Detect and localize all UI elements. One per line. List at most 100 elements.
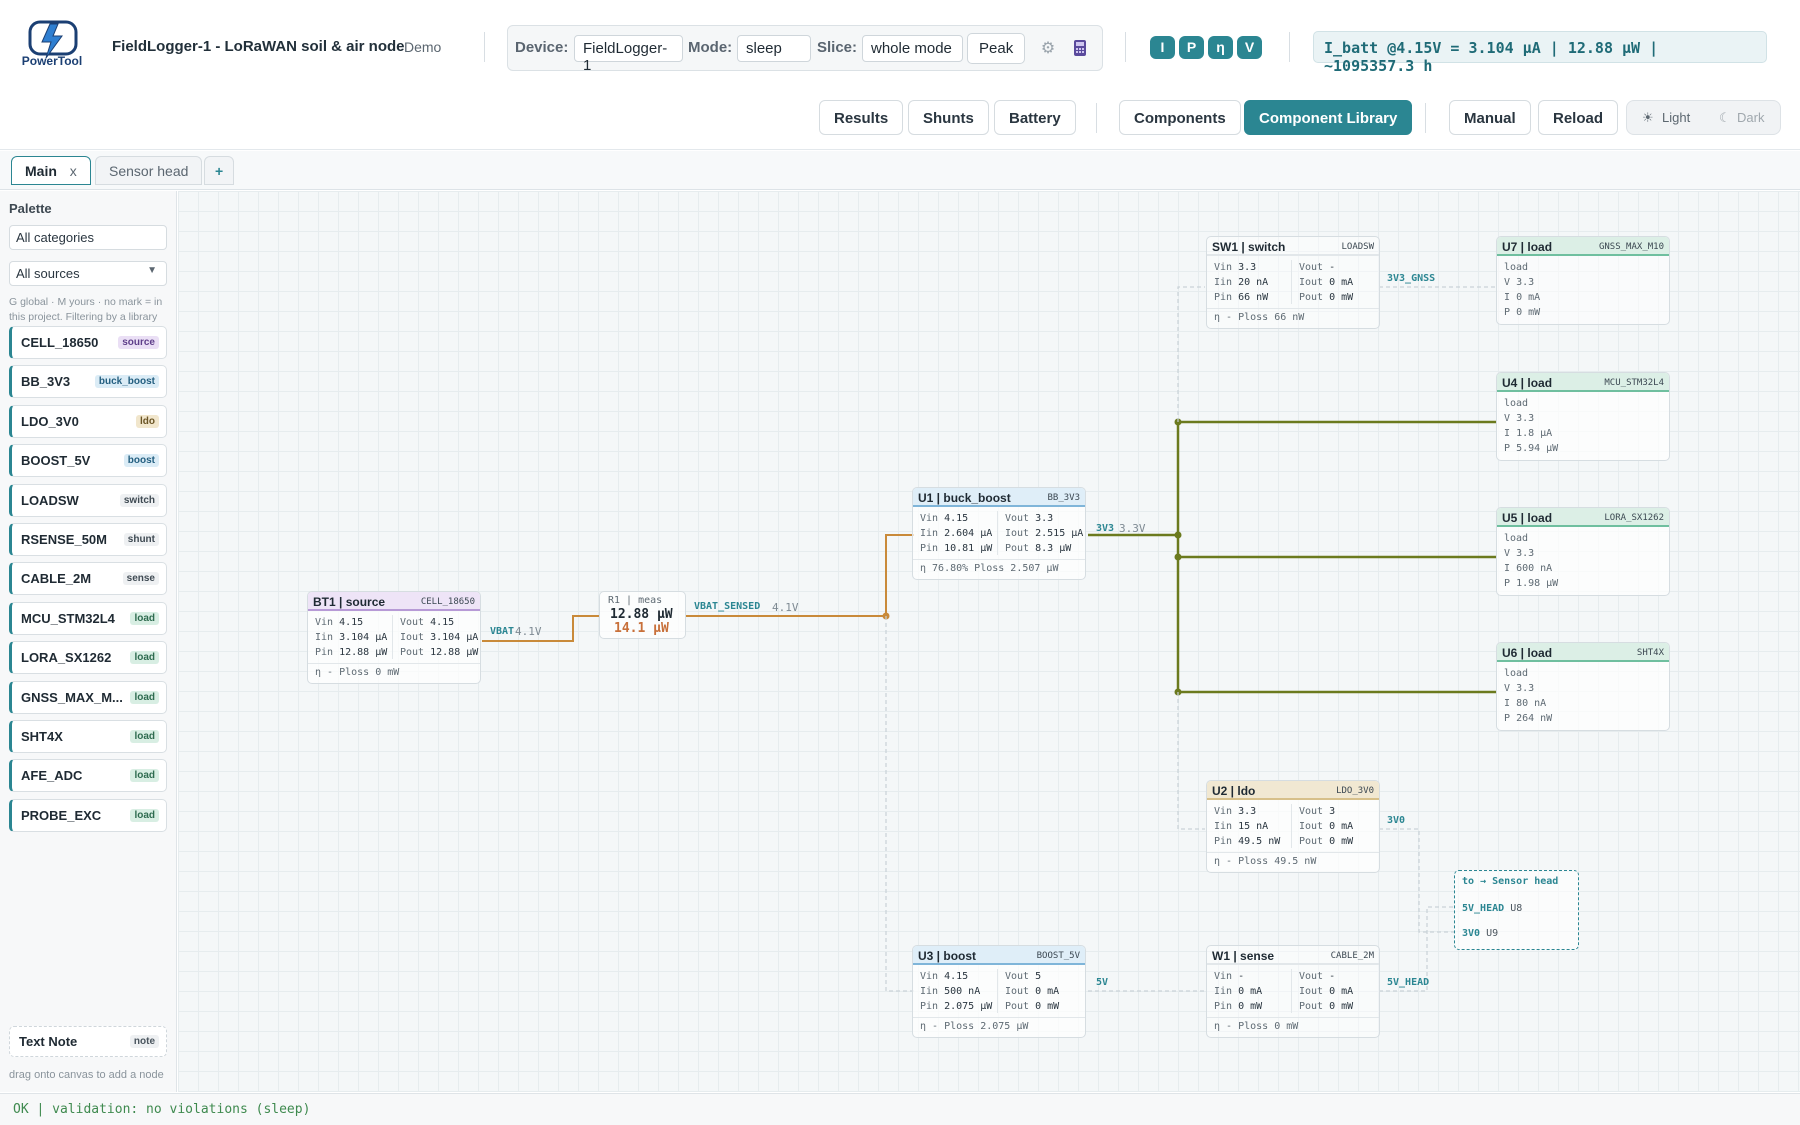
light-option[interactable]: Light: [1662, 110, 1690, 125]
iin-value: 15 nA: [1238, 821, 1269, 832]
palette-item-tag: note: [129, 1035, 159, 1048]
pout-value: 0 mW: [1329, 1001, 1354, 1012]
palette-item-name: BOOST_5V: [21, 453, 91, 469]
calculator-icon[interactable]: [1070, 39, 1090, 59]
field-label: Vout: [1299, 971, 1324, 982]
node-library: LOADSW: [1341, 242, 1374, 252]
palette-item[interactable]: SHT4X load: [9, 720, 167, 753]
tab-main[interactable]: Main x: [11, 156, 91, 185]
node-bt1[interactable]: BT1 | source CELL_18650 Vin 4.15 Iin 3.104…: [307, 591, 481, 684]
field-label: P: [1504, 307, 1511, 318]
iout-value: 0 mA: [1329, 986, 1354, 997]
palette-item[interactable]: MCU_STM32L4 load: [9, 601, 167, 635]
component-library-button[interactable]: Component Library: [1244, 100, 1413, 135]
sun-icon[interactable]: ☀: [1642, 110, 1654, 126]
node-title: U5 | load: [1502, 511, 1553, 525]
iout-value: 0 mA: [1329, 821, 1354, 832]
palette-item[interactable]: CABLE_2M sense: [9, 562, 167, 596]
field-label: Vin: [1214, 971, 1233, 982]
node-w1[interactable]: W1 | sense CABLE_2M Vin - Iin 0 mA Pin 0 mW…: [1206, 945, 1380, 1038]
node-u1[interactable]: U1 | buck_boost BB_3V3 Vin 4.15 Iin 2.604 …: [912, 487, 1086, 580]
moon-icon[interactable]: ☾: [1719, 110, 1731, 126]
shunts-button[interactable]: Shunts: [908, 100, 989, 135]
palette-item-name: AFE_ADC: [21, 768, 83, 784]
net-label-vbat: VBAT: [490, 626, 515, 637]
palette-item-tag: shunt: [123, 533, 159, 546]
close-icon[interactable]: x: [70, 163, 77, 179]
palette-item-name: CELL_18650: [21, 335, 99, 350]
efficiency-pill[interactable]: η: [1208, 36, 1233, 59]
palette-item-tag: ldo: [136, 414, 159, 428]
divider: [1425, 103, 1426, 133]
p-value: 1.98 μW: [1516, 578, 1559, 589]
node-r1[interactable]: R1 | meas 12.88 μW 14.1 μW: [599, 591, 686, 639]
node-u3[interactable]: U3 | boost BOOST_5V Vin 4.15 Iin 500 nA Pin…: [912, 945, 1086, 1038]
results-button[interactable]: Results: [819, 100, 904, 135]
battery-button[interactable]: Battery: [994, 100, 1076, 135]
schematic-canvas[interactable]: VBAT 4.1V VBAT_SENSED 4.1V 3V3 3.3V 3V3_…: [178, 191, 1800, 1092]
manual-button[interactable]: Manual: [1449, 100, 1531, 135]
field-label: Iin: [920, 528, 939, 539]
device-select[interactable]: FieldLogger-1: [574, 35, 683, 74]
field-label: Vin: [920, 513, 939, 524]
iin-value: 500 nA: [944, 986, 981, 997]
palette-item[interactable]: LOADSW switch: [9, 483, 167, 517]
current-pill[interactable]: I: [1150, 36, 1175, 59]
field-label: Vout: [1299, 262, 1324, 273]
mode-select[interactable]: sleep: [737, 35, 811, 62]
power-pill[interactable]: P: [1179, 36, 1204, 59]
palette-item[interactable]: LDO_3V0 ldo: [9, 404, 167, 438]
node-footer: η - Ploss 0 mW: [1207, 1017, 1379, 1037]
node-u5[interactable]: U5 | load LORA_SX1262 load V 3.3 I 600 nA P …: [1496, 507, 1670, 596]
node-u4[interactable]: U4 | load MCU_STM32L4 load V 3.3 I 1.8 μA P …: [1496, 372, 1670, 461]
palette-item-tag: load: [130, 611, 159, 625]
v-value: 3.3: [1516, 413, 1535, 424]
components-button[interactable]: Components: [1119, 100, 1241, 135]
slice-label: Slice:: [817, 39, 858, 56]
palette-item[interactable]: BOOST_5V boost: [9, 444, 167, 478]
load-kind: load: [1504, 398, 1529, 409]
gear-icon[interactable]: ⚙: [1038, 39, 1058, 59]
palette-item[interactable]: PROBE_EXC load: [9, 798, 167, 832]
wire-u3-in: [885, 616, 914, 992]
vout-value: -: [1329, 262, 1336, 273]
palette-item[interactable]: BB_3V3 buck_boost: [9, 365, 167, 399]
palette-item-name: RSENSE_50M: [21, 532, 107, 547]
node-sw1[interactable]: SW1 | switch LOADSW Vin 3.3 Iin 20 nA Pin 6…: [1206, 236, 1380, 329]
tab-sensor-head[interactable]: Sensor head: [95, 156, 203, 185]
node-u2[interactable]: U2 | ldo LDO_3V0 Vin 3.3 Iin 15 nA Pin 49.5…: [1206, 780, 1380, 873]
node-u7[interactable]: U7 | load GNSS_MAX_M10 load V 3.3 I 0 mA P 0…: [1496, 236, 1670, 325]
category-filter[interactable]: All categories: [9, 225, 167, 250]
field-label: Vin: [1214, 806, 1233, 817]
tab-main-label: Main: [25, 163, 57, 179]
junction-dot: [1174, 531, 1182, 539]
reload-button[interactable]: Reload: [1538, 100, 1619, 135]
pout-value: 0 mW: [1035, 1001, 1060, 1012]
app-header: PowerTool FieldLogger-1 - LoRaWAN soil &…: [0, 0, 1800, 150]
load-kind: load: [1504, 668, 1529, 679]
palette-item[interactable]: RSENSE_50M shunt: [9, 523, 167, 556]
palette-item-tag: load: [130, 808, 159, 822]
i-value: 1.8 μA: [1516, 428, 1553, 439]
add-tab-button[interactable]: +: [204, 156, 235, 185]
voltage-pill[interactable]: V: [1237, 36, 1262, 59]
dark-option[interactable]: Dark: [1737, 110, 1764, 125]
node-u6[interactable]: U6 | load SHT4X load V 3.3 I 80 nA P 264 nW: [1496, 642, 1670, 731]
field-label: Pout: [1299, 836, 1324, 847]
node-title: BT1 | source: [313, 595, 386, 609]
palette-item[interactable]: GNSS_MAX_M... load: [9, 680, 167, 714]
slice-select[interactable]: whole mode: [862, 35, 963, 62]
palette-item[interactable]: CELL_18650 source: [9, 326, 167, 359]
junction-dot: [1174, 553, 1182, 561]
palette-item-text-note[interactable]: Text Note note: [9, 1026, 167, 1057]
theme-toggle[interactable]: ☀ Light ☾ Dark: [1626, 100, 1781, 135]
source-filter[interactable]: All sources ▼: [9, 261, 167, 286]
palette-item[interactable]: AFE_ADC load: [9, 759, 167, 793]
palette-item[interactable]: LORA_SX1262 load: [9, 641, 167, 675]
peak-button[interactable]: Peak: [967, 33, 1026, 64]
field-label: Pout: [400, 647, 425, 658]
divider: [1096, 103, 1097, 133]
offpage-connector[interactable]: to → Sensor head 5V_HEAD U8 3V0 U9: [1454, 870, 1579, 950]
iout-value: 2.515 μA: [1035, 528, 1084, 539]
net-voltage: 3.3V: [1119, 522, 1146, 535]
